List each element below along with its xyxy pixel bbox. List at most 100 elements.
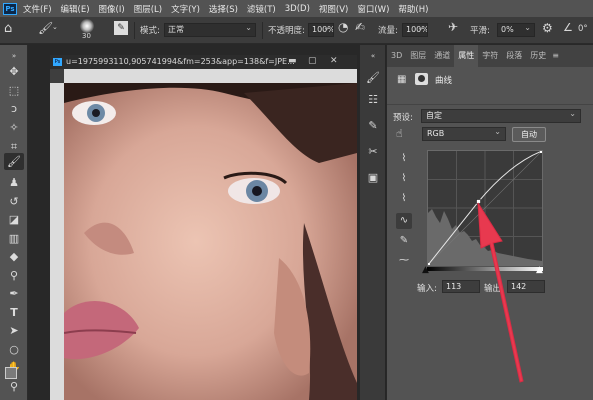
- pressure-opacity-icon[interactable]: ◔: [338, 20, 348, 34]
- menu-image[interactable]: 图像(I): [99, 3, 125, 15]
- draw-curve-pencil-icon[interactable]: ✎: [396, 233, 412, 249]
- menu-3d[interactable]: 3D(D): [285, 4, 310, 14]
- preset-select[interactable]: 自定: [421, 108, 581, 123]
- path-select-icon[interactable]: ➤: [4, 322, 24, 339]
- panel-tabs: 3D 图层 通道 属性 字符 段落 历史 ≡: [387, 45, 593, 67]
- foreground-color-swatch[interactable]: [5, 367, 17, 379]
- menu-edit[interactable]: 编辑(E): [61, 3, 90, 15]
- document-window: u=1975993110,905741994&fm=253&app=138&f=…: [50, 55, 357, 400]
- tab-paragraph[interactable]: 段落: [502, 45, 526, 67]
- target-adjust-hand-icon[interactable]: ☝: [396, 127, 403, 140]
- mode-select[interactable]: 正常: [164, 23, 256, 37]
- tab-character[interactable]: 字符: [478, 45, 502, 67]
- zoom-tool-icon[interactable]: ⚲: [4, 378, 24, 395]
- curves-graph[interactable]: [426, 149, 544, 267]
- lasso-tool-icon[interactable]: ↄ: [4, 100, 24, 117]
- adjustments-panel-icon[interactable]: ☷: [363, 91, 383, 109]
- type-tool-icon[interactable]: T: [4, 304, 24, 321]
- menu-layer[interactable]: 图层(L): [134, 3, 162, 15]
- blur-tool-icon[interactable]: ◆: [4, 248, 24, 265]
- collapse-dock-icon[interactable]: «: [363, 47, 383, 65]
- brush-tool-icon[interactable]: 🖌: [38, 21, 53, 35]
- tab-history[interactable]: 历史: [526, 45, 550, 67]
- maximize-icon[interactable]: ▢: [308, 56, 317, 66]
- adjustment-title: 曲线: [435, 76, 453, 86]
- stamp-tool-icon[interactable]: ♟: [4, 174, 24, 191]
- black-input-slider-icon[interactable]: ▲: [422, 265, 429, 275]
- curve-end-point-white: [540, 149, 544, 153]
- portrait-image: [64, 83, 357, 400]
- airbrush-icon[interactable]: ✈: [448, 20, 458, 34]
- angle-icon[interactable]: ∠: [563, 21, 573, 34]
- pressure-opacity-icon-2[interactable]: ✍: [355, 20, 365, 34]
- move-tool-icon[interactable]: ✥: [4, 63, 24, 80]
- edit-points-curve-icon[interactable]: ∿: [396, 213, 412, 229]
- mode-label: 模式:: [140, 26, 160, 36]
- menu-type[interactable]: 文字(Y): [171, 3, 200, 15]
- brush-settings-icon[interactable]: ✎: [114, 21, 128, 35]
- pen-tool-icon[interactable]: ✒: [4, 285, 24, 302]
- curve-control-point: [476, 199, 481, 204]
- menu-help[interactable]: 帮助(H): [398, 3, 428, 15]
- adjustment-header: ▦ 曲线: [393, 73, 583, 89]
- close-icon[interactable]: ✕: [330, 56, 338, 66]
- smooth-curve-icon[interactable]: ⁓: [396, 253, 412, 269]
- clone-source-icon[interactable]: ✂: [363, 143, 383, 161]
- preset-label: 预设:: [393, 113, 413, 123]
- menu-file[interactable]: 文件(F): [23, 3, 52, 15]
- brushes-panel-icon[interactable]: ✎: [363, 117, 383, 135]
- eraser-tool-icon[interactable]: ◪: [4, 211, 24, 228]
- ps-doc-icon: Ps: [53, 58, 62, 66]
- vertical-ruler[interactable]: [50, 83, 64, 400]
- tab-3d[interactable]: 3D: [387, 45, 406, 67]
- angle-value[interactable]: 0°: [578, 24, 588, 34]
- marquee-tool-icon[interactable]: ⬚: [4, 82, 24, 99]
- opacity-label: 不透明度:: [268, 26, 305, 36]
- brush-tool-icon[interactable]: 🖌: [4, 153, 24, 170]
- history-brush-icon[interactable]: ↺: [4, 193, 24, 210]
- menu-select[interactable]: 选择(S): [209, 3, 238, 15]
- brush-preset-icon[interactable]: [80, 19, 94, 33]
- tab-channels[interactable]: 通道: [430, 45, 454, 67]
- photoshop-logo: Ps: [3, 2, 17, 15]
- tools-panel: » ✥ ⬚ ↄ ✧ ⌗ ⌇ 🖌 ♟ ↺ ◪ ▥ ◆ ⚲ ✒ T ➤ ○ ✋ ⚲: [0, 45, 28, 400]
- menu-filter[interactable]: 滤镜(T): [247, 3, 276, 15]
- tab-layers[interactable]: 图层: [406, 45, 430, 67]
- opacity-input[interactable]: 100%: [308, 23, 334, 37]
- panel-dock: « 🖌 ☷ ✎ ✂ ▣: [360, 45, 386, 400]
- gear-icon[interactable]: ⚙: [542, 21, 553, 35]
- gradient-tool-icon[interactable]: ▥: [4, 230, 24, 247]
- options-bar: ⌂ 🖌 ⌄ 30 ✎ 模式: 正常 不透明度: 100% ◔ ✍ 流量: 100…: [0, 17, 593, 44]
- input-value-field[interactable]: 113: [442, 280, 480, 293]
- chevron-down-icon[interactable]: ⌄: [52, 23, 58, 31]
- curves-plot: [426, 149, 544, 267]
- quick-select-tool-icon[interactable]: ✧: [4, 119, 24, 136]
- libraries-panel-icon[interactable]: ▣: [363, 169, 383, 187]
- canvas-photo[interactable]: [64, 83, 357, 400]
- minimize-icon[interactable]: ▬: [288, 56, 297, 66]
- smoothing-input[interactable]: 0%: [497, 23, 535, 37]
- output-label: 输出:: [484, 284, 504, 294]
- horizontal-ruler[interactable]: [64, 69, 357, 83]
- panel-menu-icon[interactable]: ≡: [550, 45, 561, 67]
- auto-button[interactable]: 自动: [512, 127, 546, 142]
- white-point-eyedropper-icon[interactable]: ⌇: [396, 191, 412, 207]
- brush-settings-panel-icon[interactable]: 🖌: [363, 69, 383, 87]
- shape-tool-icon[interactable]: ○: [4, 341, 24, 358]
- tab-properties[interactable]: 属性: [454, 45, 479, 67]
- curves-adjustment-icon: ▦: [397, 74, 407, 85]
- menu-window[interactable]: 窗口(W): [357, 3, 389, 15]
- properties-panel: 3D 图层 通道 属性 字符 段落 历史 ≡ ▦ 曲线 预设: 自定 ☝ RGB…: [387, 45, 593, 400]
- output-value-field[interactable]: 142: [507, 280, 545, 293]
- flow-label: 流量:: [378, 26, 398, 36]
- divider: [387, 104, 593, 105]
- flow-input[interactable]: 100%: [402, 23, 428, 37]
- black-point-eyedropper-icon[interactable]: ⌇: [396, 151, 412, 167]
- dodge-tool-icon[interactable]: ⚲: [4, 267, 24, 284]
- channel-select[interactable]: RGB: [422, 126, 506, 141]
- gray-point-eyedropper-icon[interactable]: ⌇: [396, 171, 412, 187]
- layer-mask-icon[interactable]: [415, 73, 428, 85]
- home-icon[interactable]: ⌂: [4, 21, 12, 36]
- menu-view[interactable]: 视图(V): [319, 3, 348, 15]
- white-input-slider-icon[interactable]: ▲: [536, 265, 543, 275]
